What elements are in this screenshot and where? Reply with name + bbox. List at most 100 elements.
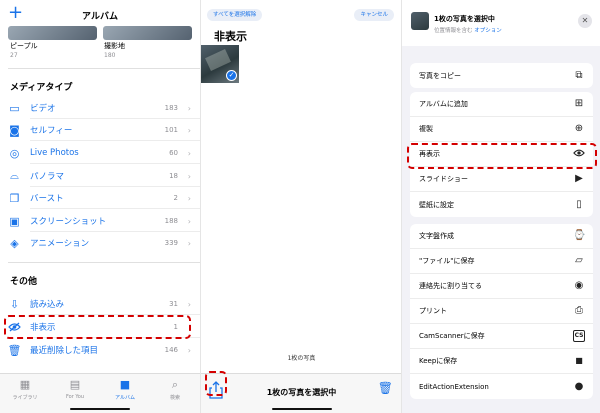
tab-search[interactable]: ⌕ 検索 (150, 374, 200, 413)
action-label: 複製 (419, 125, 433, 133)
list-item-count: 183 (164, 104, 178, 112)
action-save-to-keep[interactable]: Keepに保存 ■ (410, 349, 593, 374)
share-sheet-panel: 1枚の写真を選択中 位置情報を含む オプション ✕ 写真をコピー ⧉ アルバムに… (401, 0, 600, 413)
action-label: CamScannerに保存 (419, 332, 485, 340)
chevron-right-icon: › (187, 125, 191, 135)
share-sheet-header: 1枚の写真を選択中 位置情報を含む オプション ✕ (402, 0, 600, 46)
action-edit-action-extension[interactable]: EditActionExtension ● (410, 374, 593, 399)
list-item-count: 2 (173, 194, 178, 202)
action-label: プリント (419, 307, 447, 315)
live-photos-icon: ◎ (9, 146, 20, 160)
page-title: 非表示 (214, 30, 247, 43)
media-types-title: メディアタイプ (10, 83, 73, 93)
action-group-share: 文字盤作成 ⌚ "ファイル"に保存 ▱ 連絡先に割り当てる ◉ プリント ⎙ C… (410, 224, 593, 399)
list-item-label: 読み込み (30, 300, 65, 310)
list-item-count: 101 (164, 126, 178, 134)
trash-icon[interactable]: 🗑 (378, 381, 393, 395)
list-item-animation[interactable]: ◈ アニメーション 339 › (0, 232, 200, 254)
watch-icon: ⌚ (573, 230, 586, 241)
places-count: 180 (104, 52, 116, 59)
close-button[interactable]: ✕ (578, 14, 592, 28)
action-save-to-files[interactable]: "ファイル"に保存 ▱ (410, 249, 593, 274)
list-item-label: セルフィー (30, 126, 73, 136)
home-indicator (70, 408, 130, 410)
list-item-video[interactable]: ▭ ビデオ 183 › (0, 97, 200, 119)
people-thumbnail[interactable] (8, 26, 97, 40)
cancel-button[interactable]: キャンセル (354, 9, 394, 21)
list-item-label: バースト (30, 194, 64, 204)
tab-library[interactable]: ▦ ライブラリ (0, 374, 50, 413)
highlight-unhide-annotation (407, 143, 597, 169)
list-item-burst[interactable]: ❐ バースト 2 › (0, 187, 200, 209)
action-watch-face[interactable]: 文字盤作成 ⌚ (410, 224, 593, 249)
action-assign-contact[interactable]: 連絡先に割り当てる ◉ (410, 274, 593, 299)
list-item-label: 最近削除した項目 (30, 346, 99, 356)
people-label: ピープル (10, 42, 38, 50)
action-slideshow[interactable]: スライドショー ▶ (410, 167, 593, 192)
print-icon: ⎙ (575, 305, 583, 316)
action-label: スライドショー (419, 175, 468, 183)
list-item-selfie[interactable]: ◙ セルフィー 101 › (0, 119, 200, 141)
action-label: 壁紙に設定 (419, 200, 454, 209)
search-icon: ⌕ (171, 378, 179, 391)
list-item-panorama[interactable]: ⌓ パノラマ 18 › (0, 165, 200, 187)
chevron-right-icon: › (187, 345, 191, 355)
close-icon: ✕ (581, 16, 589, 25)
tab-label: For You (65, 394, 85, 400)
photo-thumbnail[interactable]: ✓ (201, 45, 239, 83)
folder-icon: ▱ (575, 255, 583, 266)
list-item-label: ビデオ (30, 104, 56, 114)
selection-toolbar: 1枚の写真を選択中 🗑 (201, 373, 401, 413)
tab-label: ライブラリ (12, 395, 38, 401)
animation-icon: ◈ (10, 236, 19, 250)
divider (8, 262, 200, 263)
action-label: 文字盤作成 (419, 232, 454, 240)
list-item-recently-deleted[interactable]: 🗑 最近削除した項目 146 › (0, 339, 200, 361)
phone-icon: ▯ (576, 198, 582, 210)
action-camscanner[interactable]: CamScannerに保存 CS (410, 324, 593, 349)
options-link[interactable]: オプション (474, 28, 502, 34)
tab-label: アルバム (115, 395, 135, 401)
people-places-thumbnails (8, 26, 192, 40)
duplicate-icon: ⊕ (574, 123, 584, 134)
panorama-icon: ⌓ (10, 169, 19, 182)
list-item-count: 188 (164, 217, 178, 225)
selection-count-label: 1枚の写真を選択中 (266, 388, 337, 397)
places-item[interactable]: 撮影地 180 (104, 41, 125, 59)
action-copy-photo[interactable]: 写真をコピー ⧉ (410, 63, 593, 88)
action-print[interactable]: プリント ⎙ (410, 299, 593, 324)
other-title: その他 (10, 277, 38, 287)
library-icon: ▦ (19, 378, 31, 391)
action-label: EditActionExtension (419, 382, 489, 391)
list-item-count: 146 (164, 346, 178, 354)
contact-icon: ◉ (574, 280, 584, 291)
add-album-icon: ⊞ (574, 98, 584, 109)
page-title: アルバム (82, 12, 118, 22)
photo-count: 1枚の写真 (287, 355, 316, 362)
deselect-all-button[interactable]: すべてを選択解除 (207, 9, 263, 21)
chevron-right-icon: › (187, 148, 191, 158)
list-item-screenshot[interactable]: ▣ スクリーンショット 188 › (0, 210, 200, 232)
list-item-label: アニメーション (30, 239, 90, 249)
people-item[interactable]: ピープル 27 (10, 41, 38, 59)
highlight-hidden-annotation (4, 315, 191, 339)
copy-icon: ⧉ (575, 69, 583, 81)
list-item-count: 339 (164, 239, 178, 247)
chevron-right-icon: › (187, 299, 191, 309)
chevron-right-icon: › (187, 193, 191, 203)
list-item-label: パノラマ (30, 172, 65, 182)
action-group-copy: 写真をコピー ⧉ (410, 63, 593, 88)
places-thumbnail[interactable] (103, 26, 192, 40)
location-info-label: 位置情報を含む (434, 28, 473, 34)
tab-bar: ▦ ライブラリ ▤ For You ■ アルバム ⌕ 検索 (0, 373, 200, 413)
action-add-to-album[interactable]: アルバムに追加 ⊞ (410, 92, 593, 117)
list-item-import[interactable]: ⇩ 読み込み 31 › (0, 293, 200, 315)
selfie-icon: ◙ (9, 123, 20, 137)
action-set-wallpaper[interactable]: 壁紙に設定 ▯ (410, 192, 593, 217)
hidden-album-panel: すべてを選択解除 キャンセル 非表示 ✓ 1枚の写真 1枚の写真を選択中 🗑 (200, 0, 401, 413)
for-you-icon: ▤ (69, 378, 81, 391)
action-duplicate[interactable]: 複製 ⊕ (410, 117, 593, 142)
list-item-live-photos[interactable]: ◎ Live Photos 60 › (0, 142, 200, 164)
list-item-label: スクリーンショット (30, 217, 107, 227)
list-item-count: 31 (169, 300, 178, 308)
